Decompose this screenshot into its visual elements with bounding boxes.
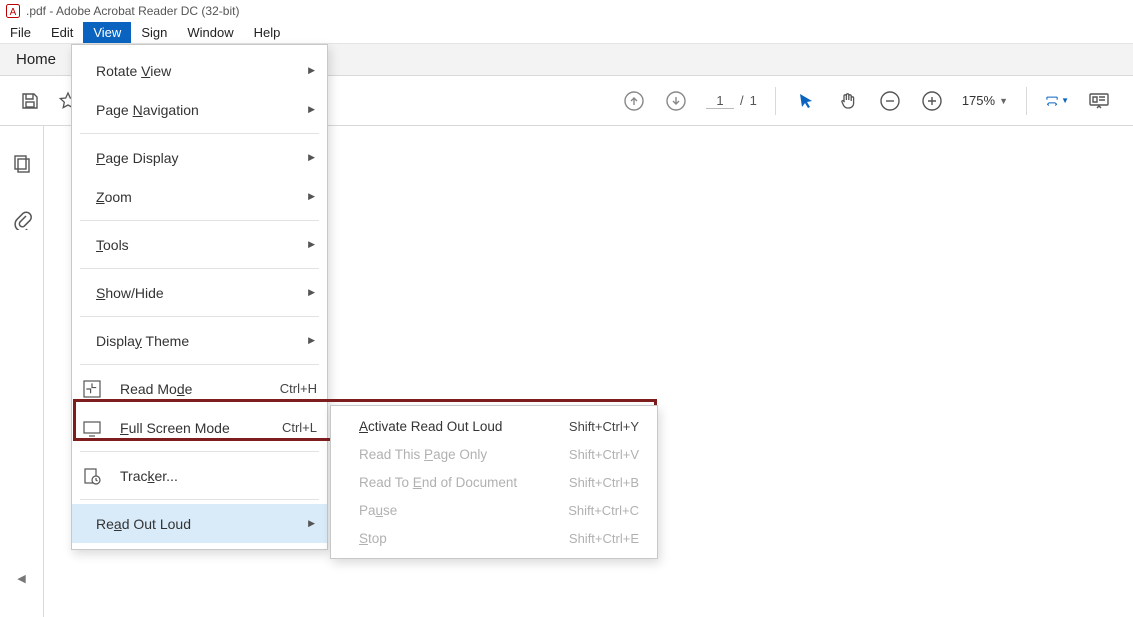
menu-separator <box>80 451 319 452</box>
shortcut-label: Shift+Ctrl+E <box>569 531 639 546</box>
submenu-arrow-icon: ▶ <box>308 104 315 115</box>
menu-item-activate-read-out-loud[interactable]: Activate Read Out LoudShift+Ctrl+Y <box>331 412 657 440</box>
page-down-button[interactable] <box>664 89 688 113</box>
svg-text:A: A <box>10 7 17 18</box>
submenu-arrow-icon: ▶ <box>308 335 315 346</box>
menu-item-page-display[interactable]: Page Display▶ <box>72 138 327 177</box>
menu-item-show-hide[interactable]: Show/Hide▶ <box>72 273 327 312</box>
full-screen-icon <box>82 418 102 438</box>
toolbar-divider <box>775 87 776 115</box>
menu-item-read-mode[interactable]: Read Mode Ctrl+H <box>72 369 327 408</box>
menu-help[interactable]: Help <box>244 22 291 43</box>
shortcut-label: Ctrl+H <box>280 381 317 396</box>
menu-separator <box>80 316 319 317</box>
toolbar-divider <box>1026 87 1027 115</box>
view-mode-button[interactable] <box>1087 89 1111 113</box>
menu-item-stop: StopShift+Ctrl+E <box>331 524 657 552</box>
zoom-out-button[interactable] <box>878 89 902 113</box>
view-menu-dropdown: Rotate View▶ Page Navigation▶ Page Displ… <box>71 44 328 550</box>
selection-tool-button[interactable] <box>794 89 818 113</box>
save-button[interactable] <box>18 89 42 113</box>
app-icon: A <box>6 4 20 18</box>
menu-item-page-navigation[interactable]: Page Navigation▶ <box>72 90 327 129</box>
menu-window[interactable]: Window <box>177 22 243 43</box>
menu-item-read-to-end: Read To End of DocumentShift+Ctrl+B <box>331 468 657 496</box>
menu-edit[interactable]: Edit <box>41 22 83 43</box>
fit-width-button[interactable]: ▼ <box>1045 89 1069 113</box>
menu-sign[interactable]: Sign <box>131 22 177 43</box>
page-indicator: 1 / 1 <box>706 93 757 109</box>
menu-item-rotate-view[interactable]: Rotate View▶ <box>72 51 327 90</box>
attachments-button[interactable] <box>12 210 32 230</box>
submenu-arrow-icon: ▶ <box>308 65 315 76</box>
menu-separator <box>80 268 319 269</box>
read-out-loud-submenu: Activate Read Out LoudShift+Ctrl+Y Read … <box>330 405 658 559</box>
page-total: 1 <box>750 93 757 108</box>
menu-item-full-screen[interactable]: Full Screen Mode Ctrl+L <box>72 408 327 447</box>
read-mode-icon <box>82 379 102 399</box>
shortcut-label: Shift+Ctrl+B <box>569 475 639 490</box>
shortcut-label: Shift+Ctrl+Y <box>569 419 639 434</box>
shortcut-label: Ctrl+L <box>282 420 317 435</box>
menu-item-tracker[interactable]: Tracker... <box>72 456 327 495</box>
menu-item-display-theme[interactable]: Display Theme▶ <box>72 321 327 360</box>
chevron-down-icon: ▼ <box>999 96 1008 106</box>
page-separator: / <box>740 93 744 108</box>
menu-separator <box>80 499 319 500</box>
page-up-button[interactable] <box>622 89 646 113</box>
thumbnails-button[interactable] <box>12 154 32 174</box>
menu-item-read-out-loud[interactable]: Read Out Loud▶ <box>72 504 327 543</box>
collapse-pane-button[interactable]: ◀ <box>17 572 25 585</box>
submenu-arrow-icon: ▶ <box>308 239 315 250</box>
zoom-select[interactable]: 175% ▼ <box>962 93 1008 108</box>
zoom-in-button[interactable] <box>920 89 944 113</box>
zoom-value: 175% <box>962 93 995 108</box>
menu-bar: File Edit View Sign Window Help <box>0 22 1133 44</box>
tab-home[interactable]: Home <box>16 51 56 68</box>
menu-separator <box>80 133 319 134</box>
shortcut-label: Shift+Ctrl+V <box>569 447 639 462</box>
submenu-arrow-icon: ▶ <box>308 191 315 202</box>
menu-separator <box>80 364 319 365</box>
window-title: .pdf - Adobe Acrobat Reader DC (32-bit) <box>26 4 239 18</box>
submenu-arrow-icon: ▶ <box>308 518 315 529</box>
tracker-icon <box>82 466 102 486</box>
submenu-arrow-icon: ▶ <box>308 287 315 298</box>
left-navigation-pane: ◀ <box>0 126 44 617</box>
menu-item-pause: PauseShift+Ctrl+C <box>331 496 657 524</box>
page-current-input[interactable]: 1 <box>706 93 734 109</box>
title-bar: A .pdf - Adobe Acrobat Reader DC (32-bit… <box>0 0 1133 22</box>
menu-view[interactable]: View <box>83 22 131 43</box>
menu-separator <box>80 220 319 221</box>
menu-item-tools[interactable]: Tools▶ <box>72 225 327 264</box>
menu-item-zoom[interactable]: Zoom▶ <box>72 177 327 216</box>
submenu-arrow-icon: ▶ <box>308 152 315 163</box>
menu-item-read-this-page: Read This Page OnlyShift+Ctrl+V <box>331 440 657 468</box>
menu-file[interactable]: File <box>0 22 41 43</box>
shortcut-label: Shift+Ctrl+C <box>568 503 639 518</box>
chevron-down-icon: ▼ <box>1061 96 1069 105</box>
hand-tool-button[interactable] <box>836 89 860 113</box>
